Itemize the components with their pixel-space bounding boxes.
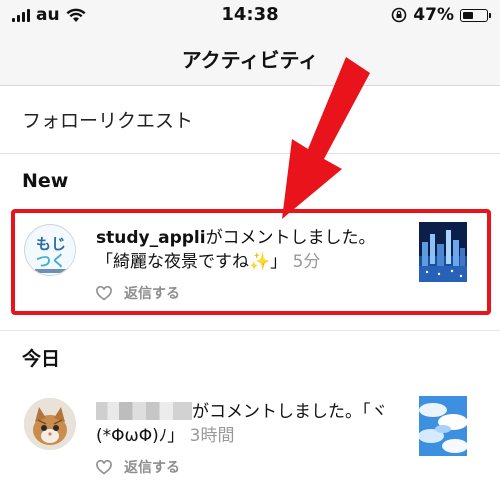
nav-bar: アクティビティ [0, 30, 500, 86]
heart-icon[interactable] [96, 459, 112, 475]
avatar[interactable] [24, 398, 76, 450]
sky-image [419, 396, 467, 456]
status-bar: au 14:38 47% [0, 0, 500, 30]
annotation-arrow-icon [282, 57, 370, 219]
divider [0, 330, 500, 331]
highlight-box [11, 209, 491, 315]
blurred-username[interactable] [96, 402, 192, 420]
notification-action: がコメントしました。「ヾ [192, 402, 388, 422]
kitten-avatar-image [24, 398, 76, 450]
section-title-new: New [22, 170, 69, 192]
post-thumbnail[interactable] [419, 396, 467, 456]
follow-requests-row[interactable]: フォローリクエスト [0, 86, 500, 154]
section-title-today: 今日 [22, 348, 61, 370]
status-right: 47% [391, 5, 491, 25]
page-title: アクティビティ [181, 48, 319, 72]
reply-button[interactable]: 返信する [124, 457, 180, 477]
notification-text: がコメントしました。「ヾ (*ΦωΦ)ﾉ」 3時間 [96, 400, 416, 448]
timestamp: 3時間 [189, 426, 235, 446]
orientation-lock-icon [391, 7, 407, 23]
reply-row: 返信する [96, 457, 180, 477]
follow-requests-label: フォローリクエスト [22, 110, 194, 132]
comment-text: (*ΦωΦ)ﾉ」 [96, 426, 185, 446]
battery-icon [460, 8, 491, 22]
battery-percent: 47% [413, 5, 454, 25]
